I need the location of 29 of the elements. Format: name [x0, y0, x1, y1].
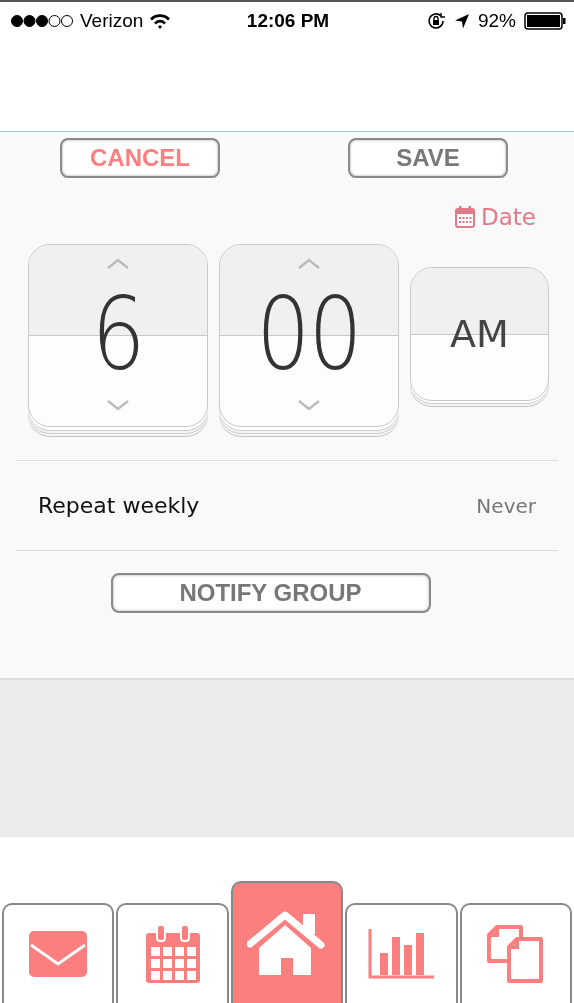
house-icon [247, 911, 327, 975]
envelope-icon [29, 931, 88, 977]
spinner-value: 00 [256, 285, 362, 385]
calendar-icon [145, 925, 200, 983]
cancel-button[interactable]: CANCEL [60, 138, 220, 178]
tab-button[interactable] [459, 903, 573, 1003]
tab-button[interactable] [116, 903, 229, 1003]
repeat-value[interactable]: Never [476, 493, 536, 518]
clock-time: 12:06 PM [246, 10, 330, 32]
battery-percent: 92% [477, 10, 516, 32]
tab-button[interactable] [230, 881, 344, 1003]
chevron-down-icon[interactable] [106, 399, 130, 412]
wifi-icon [149, 13, 172, 29]
date-link[interactable]: Date [455, 204, 536, 230]
carrier-name: Verizon [80, 10, 144, 32]
chevron-down-icon[interactable] [297, 399, 321, 412]
rotation-lock-icon [425, 11, 446, 31]
tab-button[interactable] [2, 903, 115, 1003]
battery-icon [524, 12, 566, 30]
tab-button[interactable] [345, 903, 458, 1003]
spinner-value: 6 [91, 285, 145, 385]
location-arrow-icon [453, 13, 470, 29]
save-button[interactable]: SAVE [348, 138, 508, 178]
signal-icon [10, 14, 74, 28]
notify-group-button[interactable]: NOTIFY GROUP [110, 573, 431, 613]
bar-chart-icon [368, 929, 435, 979]
repeat-label: Repeat weekly [38, 493, 200, 518]
copy-icon [486, 925, 545, 983]
calendar-icon [455, 206, 475, 228]
